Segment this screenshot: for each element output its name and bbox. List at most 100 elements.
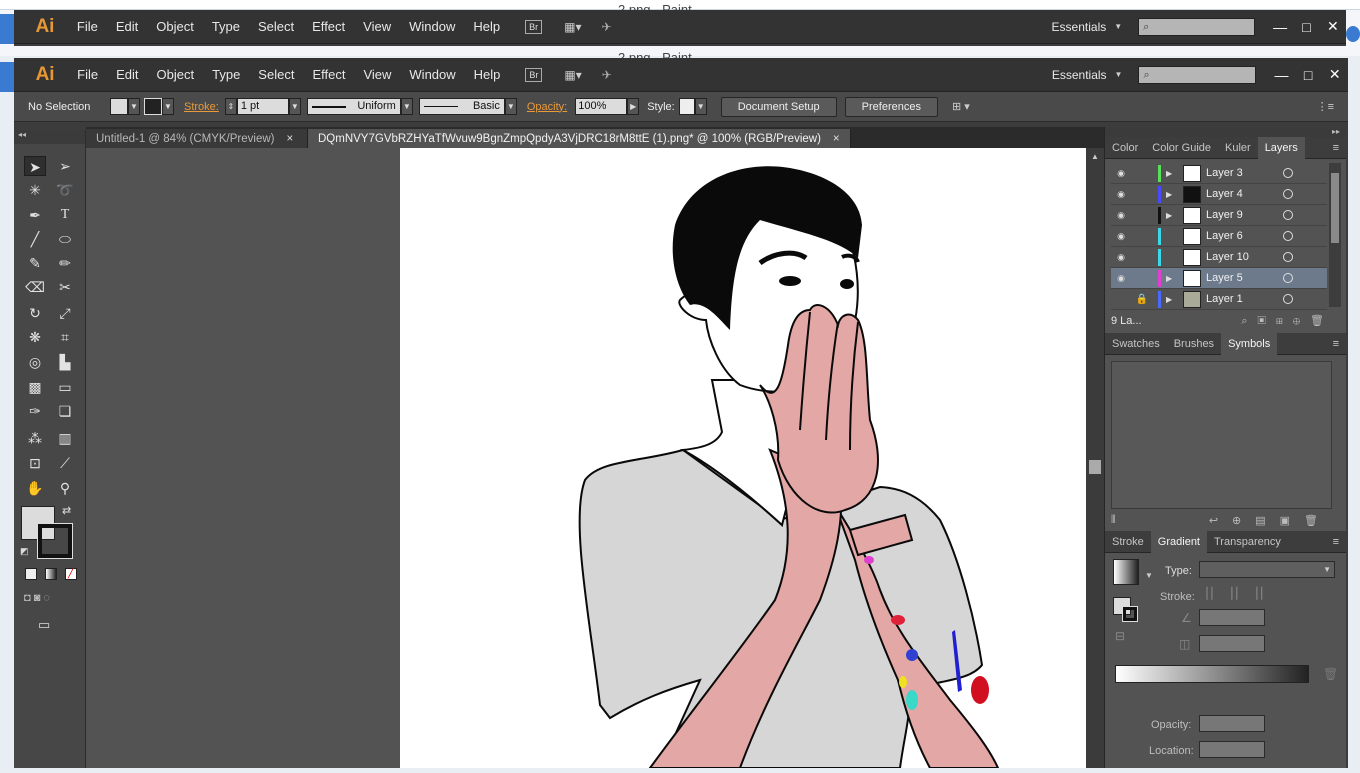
lock-icon[interactable]: 🔒 <box>1131 294 1153 305</box>
menu-object[interactable]: Object <box>148 67 204 82</box>
style-dropdown[interactable]: ▼ <box>694 98 707 115</box>
opacity-label[interactable]: Opacity: <box>527 101 567 113</box>
layer-row[interactable]: 🔒 ▶ Layer 1 <box>1111 289 1327 310</box>
menu-effect[interactable]: Effect <box>303 19 354 34</box>
layer-name[interactable]: Layer 6 <box>1206 230 1243 242</box>
stroke-dropdown[interactable]: ▼ <box>162 98 174 115</box>
menu-type[interactable]: Type <box>203 67 249 82</box>
mesh-icon[interactable]: ▩ <box>24 377 46 397</box>
opacity-input[interactable]: 100% <box>575 98 628 115</box>
expand-icon[interactable]: ▶ <box>1166 211 1178 220</box>
menu-select[interactable]: Select <box>249 19 303 34</box>
none-mode-icon[interactable]: ╱ <box>65 568 77 580</box>
layer-row[interactable]: ◉ ▶ Layer 4 <box>1111 184 1327 205</box>
menu-help[interactable]: Help <box>465 67 510 82</box>
document-setup-button[interactable]: Document Setup <box>720 96 837 117</box>
gradient-mode-icon[interactable] <box>45 568 57 580</box>
perspective-grid-icon[interactable]: ▙ <box>54 352 76 372</box>
eye-icon[interactable]: ◉ <box>1111 189 1131 200</box>
close-icon[interactable]: × <box>286 129 293 149</box>
menu-effect[interactable]: Effect <box>303 67 354 82</box>
color-mode-icon[interactable] <box>25 568 37 580</box>
magic-wand-icon[interactable]: ✳ <box>24 180 46 200</box>
profile-dropdown[interactable]: ▼ <box>400 98 413 115</box>
stroke-stepper[interactable]: ⇕ <box>224 98 237 115</box>
search-input[interactable]: ⌕ <box>1138 65 1257 84</box>
gradient-opacity-field[interactable] <box>1199 715 1265 732</box>
scroll-up-arrow[interactable]: ▲ <box>1086 152 1104 161</box>
stroke-gradient-buttons[interactable]: ▕▏▕▏▕▏ <box>1199 587 1270 605</box>
target-icon[interactable] <box>1283 189 1293 199</box>
target-icon[interactable] <box>1283 168 1293 178</box>
blend-icon[interactable]: ❏ <box>54 401 76 421</box>
slice-tool-icon[interactable]: ⟋ <box>54 453 76 473</box>
fill-swatch[interactable] <box>110 98 128 115</box>
tab-stroke[interactable]: Stroke <box>1105 536 1151 548</box>
target-icon[interactable] <box>1283 231 1293 241</box>
artboard-tool-icon[interactable]: ⊡ <box>24 453 46 473</box>
angle-field[interactable] <box>1199 609 1265 626</box>
bridge-button[interactable]: Br <box>525 67 543 82</box>
layer-row[interactable]: ◉ Layer 6 <box>1111 226 1327 247</box>
layer-name[interactable]: Layer 3 <box>1206 167 1243 179</box>
screen-mode-icon[interactable]: ▭ <box>38 617 50 633</box>
eye-icon[interactable]: ◉ <box>1111 273 1131 284</box>
eyedropper-icon[interactable]: ✑ <box>24 401 46 421</box>
menu-view[interactable]: View <box>354 67 400 82</box>
stroke-swatch[interactable] <box>144 98 162 115</box>
symbols-list[interactable] <box>1111 361 1332 509</box>
symbol-sprayer-icon[interactable]: ⁂ <box>24 428 46 448</box>
stroke-weight-input[interactable]: 1 pt <box>236 98 289 115</box>
menu-window[interactable]: Window <box>400 19 464 34</box>
drawing-modes-icon[interactable]: ◘ ◙ ◌ <box>24 592 80 606</box>
minimize-button[interactable]: — <box>1268 67 1295 83</box>
chevron-down-icon[interactable]: ▼ <box>1115 70 1123 79</box>
arrange-docs-icon[interactable]: ▦▾ <box>564 68 581 82</box>
ellipse-tool-icon[interactable]: ⬭ <box>54 229 76 249</box>
panel-menu-icon[interactable]: ≡ <box>1326 338 1346 350</box>
hand-tool-icon[interactable]: ✋ <box>24 478 46 498</box>
paintbrush-icon[interactable]: ✎ <box>24 253 46 273</box>
panel-menu-icon[interactable]: ≡ <box>1326 536 1346 548</box>
tab-color[interactable]: Color <box>1105 142 1145 154</box>
brush-dropdown[interactable]: ▼ <box>504 98 517 115</box>
search-input[interactable]: ⌕ <box>1138 17 1255 36</box>
stroke-label[interactable]: Stroke: <box>184 101 219 113</box>
gpu-icon[interactable]: ✈ <box>601 20 611 34</box>
expand-icon[interactable]: ▶ <box>1166 190 1178 199</box>
tab-brushes[interactable]: Brushes <box>1167 338 1221 350</box>
symbol-libraries-icon[interactable]: ⫴ <box>1111 514 1116 527</box>
brush-definition[interactable]: Basic <box>418 98 505 115</box>
menu-select[interactable]: Select <box>249 67 303 82</box>
tab-transparency[interactable]: Transparency <box>1207 536 1288 548</box>
lasso-icon[interactable]: ➰ <box>54 180 76 200</box>
gradient-tool-icon[interactable]: ▭ <box>54 377 76 397</box>
gradient-type-select[interactable]: ▼ <box>1199 561 1335 578</box>
gradient-location-field[interactable] <box>1199 741 1265 758</box>
tab-layers[interactable]: Layers <box>1257 136 1305 159</box>
dock-collapse[interactable]: ▸▸ <box>1105 127 1346 137</box>
eye-icon[interactable]: ◉ <box>1111 252 1131 263</box>
target-icon[interactable] <box>1283 294 1293 304</box>
tab-untitled[interactable]: Untitled-1 @ 84% (CMYK/Preview) × <box>86 129 308 149</box>
shape-builder-icon[interactable]: ◎ <box>24 352 46 372</box>
warp-icon[interactable]: ❋ <box>24 327 46 347</box>
expand-icon[interactable]: ▶ <box>1166 295 1178 304</box>
gradient-slider[interactable] <box>1115 665 1309 683</box>
menu-file[interactable]: File <box>68 67 107 82</box>
panel-menu-icon[interactable]: ≡ <box>1326 142 1346 154</box>
layer-row[interactable]: ◉ ▶ Layer 3 <box>1111 163 1327 184</box>
menu-help[interactable]: Help <box>464 19 509 34</box>
eye-icon[interactable]: ◉ <box>1111 210 1131 221</box>
opacity-arrow[interactable]: ▶ <box>627 98 640 115</box>
variable-width-profile[interactable]: Uniform <box>306 98 401 115</box>
stroke-color-box[interactable] <box>37 523 73 559</box>
vertical-scrollbar[interactable]: ▲ <box>1086 148 1104 768</box>
stroke-weight-dropdown[interactable]: ▼ <box>288 98 301 115</box>
arrange-docs-icon[interactable]: ▦▾ <box>564 20 581 34</box>
layer-name[interactable]: Layer 9 <box>1206 209 1243 221</box>
selection-tool-icon[interactable]: ➤ <box>24 156 46 176</box>
tab-color-guide[interactable]: Color Guide <box>1145 142 1218 154</box>
tools-collapse[interactable]: ◂◂ <box>14 130 85 144</box>
panel-menu-icon[interactable]: ⋮≡ <box>1317 100 1334 113</box>
